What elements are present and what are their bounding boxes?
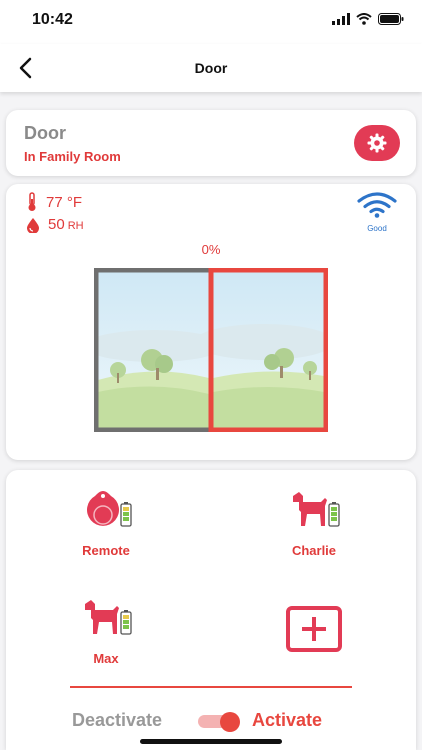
wifi-status-label: Good [367,224,387,233]
toggle-knob [220,712,240,732]
window-illustration [94,268,328,432]
page-title: Door [194,60,228,76]
gear-icon [367,133,387,153]
temperature-value: 77 [46,193,63,211]
temperature-row: 77 °F [26,192,82,212]
window-right-pane [194,272,328,428]
device-item-charlie[interactable]: Charlie [254,490,374,558]
settings-button[interactable] [354,125,400,161]
device-item-max[interactable]: Max [46,598,166,666]
wifi-status-icon [356,13,372,25]
device-name: Door [24,123,66,143]
window-status-card: 77 °F 50 RH Good 0% [6,184,416,460]
humidity-value: 50 [48,216,65,233]
humidity-unit: RH [67,220,84,232]
dog-icon [85,600,132,635]
device-room: In Family Room [24,149,121,164]
device-label: Remote [82,543,130,558]
activate-toggle[interactable] [198,712,240,732]
add-device-button[interactable] [286,606,342,652]
dog-icon [293,492,340,527]
device-header-card: Door In Family Room [6,110,416,176]
deactivate-label[interactable]: Deactivate [72,710,162,731]
signal-icon [332,13,350,25]
plus-square-icon [286,606,342,652]
wifi-icon [357,192,397,218]
temperature-reading: 77 °F [46,194,82,211]
thermometer-icon [28,192,36,211]
device-label: Charlie [291,543,337,558]
divider [70,686,352,688]
home-indicator [140,739,282,744]
device-label: Max [93,651,119,666]
humidity-row: 50 RH [26,216,84,233]
status-bar: 10:42 [0,0,422,44]
humidity-reading: 50 RH [48,216,84,233]
device-item-remote[interactable]: Remote [46,490,166,558]
mode-toggle-row: Deactivate Activate [72,708,362,734]
temperature-unit: °F [66,193,83,211]
nav-bar: Door [0,44,422,92]
open-percent: 0% [201,242,221,257]
status-time: 10:42 [32,11,73,28]
remote-tag-icon [87,491,132,527]
status-icons [332,13,404,25]
battery-icon [378,13,404,25]
activate-label[interactable]: Activate [252,710,322,731]
water-drop-icon [27,217,39,233]
paired-devices-card: Remote Charlie Max Deactivate Activate [6,470,416,750]
wifi-indicator: Good [356,192,398,233]
